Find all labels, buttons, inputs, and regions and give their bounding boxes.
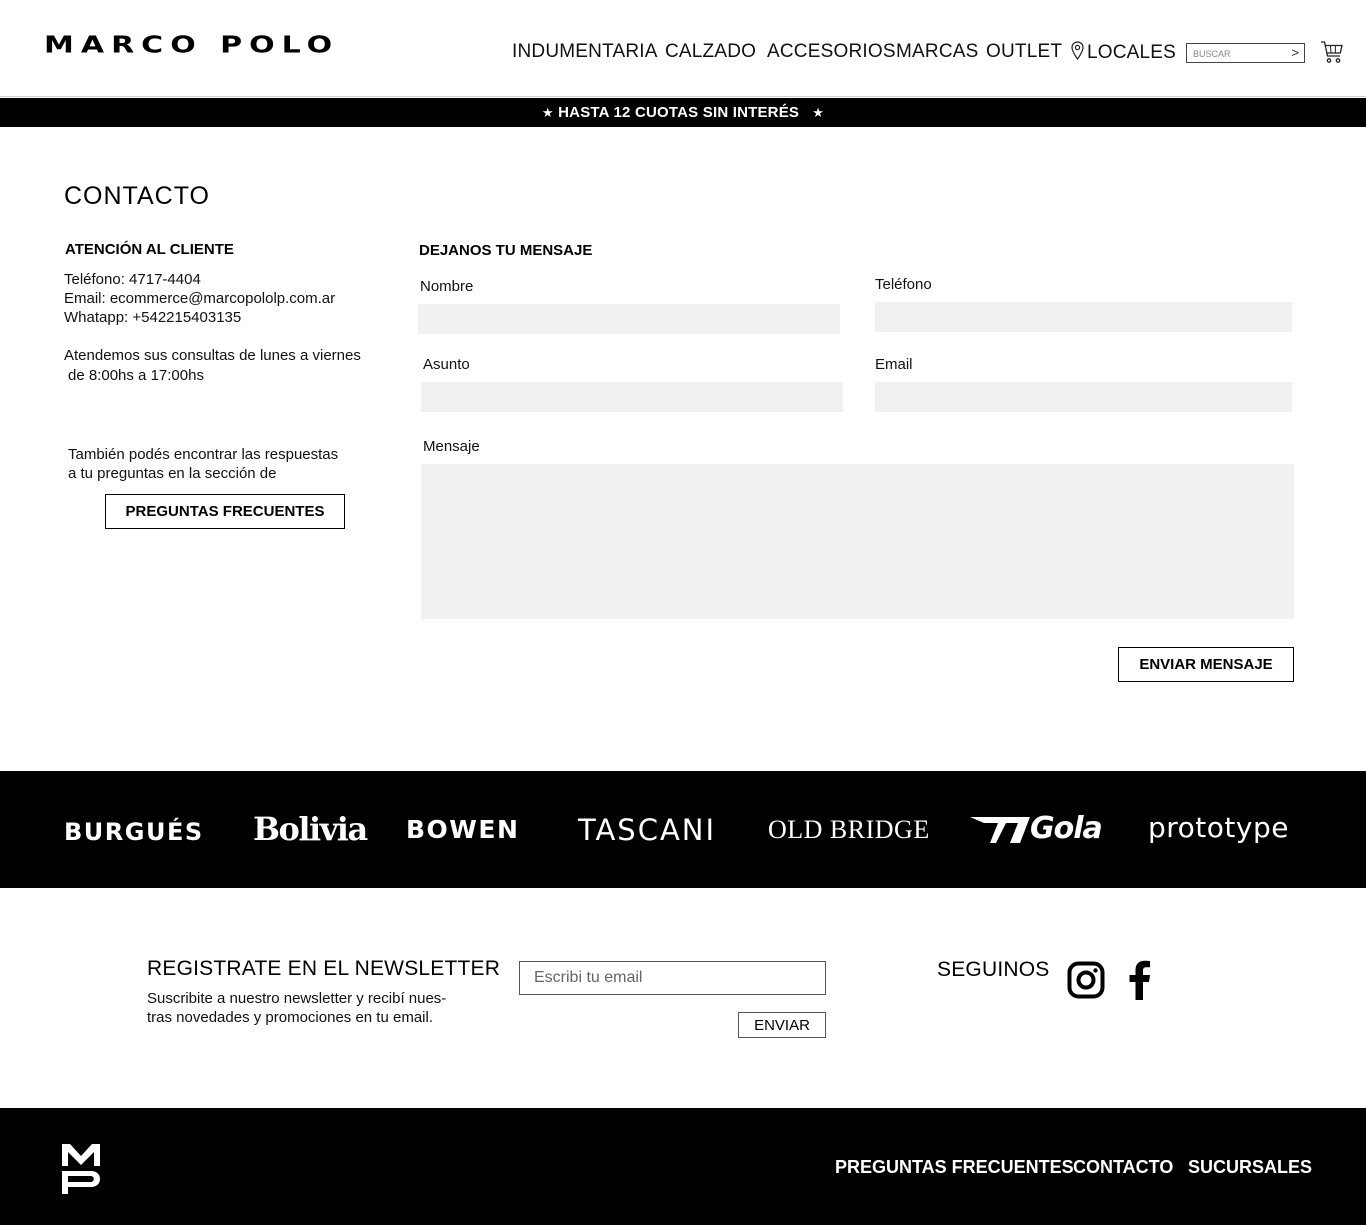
faq-text-line1: También podés encontrar las respuestas (68, 446, 339, 463)
search-input[interactable] (1187, 45, 1283, 63)
brand-prototype[interactable]: prototype (1148, 813, 1289, 843)
facebook-icon[interactable] (1126, 960, 1152, 1000)
brands-strip: BURGUÉS Bolivia BOWEN TASCANI OLD BRIDGE… (0, 771, 1366, 888)
contact-phone: Teléfono: 4717-4404 (64, 271, 201, 288)
email-field[interactable] (875, 382, 1292, 412)
brand-old-bridge[interactable]: OLD BRIDGE (768, 815, 930, 845)
email-label: Email (875, 356, 913, 373)
faq-text-line2: a tu preguntas en la sección de (68, 465, 277, 482)
name-label: Nombre (420, 278, 474, 295)
footer-link-contacto[interactable]: CONTACTO (1073, 1157, 1173, 1177)
promo-bar: ★ HASTA 12 CUOTAS SIN INTERÉS ★ (0, 98, 1366, 127)
brand-logo[interactable]: MARCO POLO (44, 34, 339, 57)
contact-hours-line1: Atendemos sus consultas de lunes a viern… (64, 347, 361, 364)
brand-tascani[interactable]: TASCANI (578, 815, 716, 845)
contact-whatsapp: Whatapp: +542215403135 (64, 309, 242, 326)
customer-service-title: ATENCIÓN AL CLIENTE (65, 241, 234, 258)
nav-accesorios[interactable]: ACCESORIOS (767, 41, 896, 63)
message-label: Mensaje (423, 438, 480, 455)
cart-icon[interactable] (1320, 40, 1344, 64)
brand-burgues[interactable]: BURGUÉS (64, 817, 204, 847)
brand-gola[interactable]: Gola (1030, 814, 1103, 844)
footer-link-sucursales[interactable]: SUCURSALES (1188, 1157, 1312, 1177)
newsletter-description-line2: tras novedades y promociones en tu email… (147, 1009, 433, 1026)
nav-outlet[interactable]: OUTLET (986, 41, 1062, 63)
nav-locales[interactable]: LOCALES (1071, 41, 1176, 64)
send-message-button[interactable]: ENVIAR MENSAJE (1118, 647, 1294, 682)
social-title: SEGUINOS (937, 958, 1050, 981)
instagram-icon[interactable] (1067, 961, 1105, 999)
subject-label: Asunto (423, 356, 470, 373)
site-footer: MP PREGUNTAS FRECUENTES CONTACTO SUCURSA… (0, 1108, 1366, 1225)
search-box: > (1186, 43, 1305, 63)
promo-text: HASTA 12 CUOTAS SIN INTERÉS (558, 104, 800, 121)
mp-logo[interactable]: MP (61, 1144, 101, 1194)
newsletter-email-input[interactable] (519, 961, 826, 995)
subject-field[interactable] (421, 382, 843, 412)
contact-email: Email: ecommerce@marcopololp.com.ar (64, 290, 336, 307)
brand-bowen[interactable]: BOWEN (406, 815, 519, 845)
newsletter-title: REGISTRATE EN EL NEWSLETTER (147, 957, 501, 980)
phone-label: Teléfono (875, 276, 932, 293)
newsletter-submit-button[interactable]: ENVIAR (738, 1012, 826, 1038)
site-header: MARCO POLO INDUMENTARIA CALZADO ACCESORI… (0, 0, 1366, 97)
brand-bolivia[interactable]: Bolivia (253, 813, 368, 845)
map-pin-icon (1071, 41, 1084, 60)
search-submit-icon[interactable]: > (1291, 44, 1299, 62)
faq-button[interactable]: PREGUNTAS FRECUENTES (105, 494, 345, 529)
nav-indumentaria[interactable]: INDUMENTARIA (512, 41, 658, 63)
newsletter-description-line1: Suscribite a nuestro newsletter y recibí… (147, 990, 447, 1007)
form-title: DEJANOS TU MENSAJE (419, 242, 593, 259)
footer-link-faq[interactable]: PREGUNTAS FRECUENTES (835, 1157, 1074, 1177)
newsletter-description: Suscribite a nuestro newsletter y recibí… (147, 989, 477, 1027)
nav-marcas[interactable]: MARCAS (896, 41, 979, 63)
gola-wing-icon (970, 817, 1030, 843)
phone-field[interactable] (875, 302, 1292, 332)
contact-hours-line2: de 8:00hs a 17:00hs (68, 367, 204, 384)
nav-calzado[interactable]: CALZADO (665, 41, 756, 63)
message-field[interactable] (421, 464, 1294, 619)
star-icon: ★ (812, 105, 825, 120)
star-icon: ★ (541, 105, 554, 120)
page-title: CONTACTO (64, 182, 210, 210)
nav-locales-label: LOCALES (1087, 42, 1177, 63)
name-field[interactable] (418, 304, 840, 334)
